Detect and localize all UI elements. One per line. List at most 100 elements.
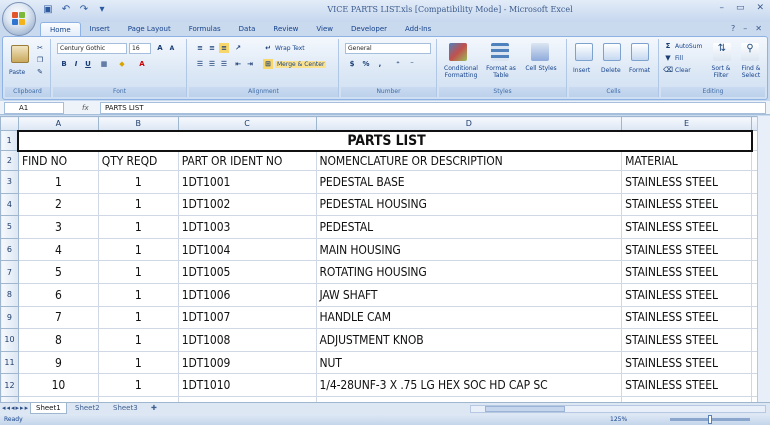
italic-icon[interactable]: I: [71, 59, 81, 69]
autosum-button[interactable]: AutoSum: [675, 43, 702, 50]
number-format-select[interactable]: General: [345, 43, 431, 54]
material-cell[interactable]: STAINLESS STEEL: [621, 170, 752, 194]
row-header[interactable]: 3: [0, 170, 19, 194]
align-middle-icon[interactable]: ≡: [207, 43, 217, 53]
find-no-cell[interactable]: 3: [17, 215, 99, 239]
align-top-icon[interactable]: ≡: [195, 43, 205, 53]
tab-home[interactable]: Home: [40, 22, 81, 36]
header-cell-part-no[interactable]: PART OR IDENT NO: [177, 150, 317, 171]
find-no-cell[interactable]: 2: [17, 192, 99, 217]
description-cell[interactable]: ADJUSTMENT KNOB: [315, 328, 623, 352]
paste-button[interactable]: Paste: [9, 69, 25, 76]
find-no-cell[interactable]: 10: [17, 373, 99, 397]
column-header-e[interactable]: E: [621, 116, 752, 131]
part-no-cell[interactable]: 1DT1006: [177, 282, 317, 307]
qty-reqd-cell[interactable]: 1: [97, 237, 179, 262]
save-icon[interactable]: ▣: [42, 4, 54, 16]
fill-icon[interactable]: ▼: [663, 53, 673, 63]
material-cell[interactable]: STAINLESS STEEL: [621, 192, 752, 217]
conditional-formatting-icon[interactable]: [449, 43, 467, 61]
delete-cells-button[interactable]: Delete: [601, 67, 621, 74]
tab-data[interactable]: Data: [230, 22, 265, 36]
wrap-text-icon[interactable]: ↵: [263, 43, 273, 53]
find-no-cell[interactable]: 4: [17, 237, 99, 262]
description-cell[interactable]: PEDESTAL: [315, 215, 623, 239]
orientation-icon[interactable]: ↗: [233, 43, 243, 53]
font-name-select[interactable]: Century Gothic: [57, 43, 127, 54]
header-cell-material[interactable]: MATERIAL: [621, 150, 752, 171]
row-header[interactable]: 1: [0, 130, 19, 151]
row-header[interactable]: 7: [0, 260, 19, 284]
copy-icon[interactable]: ❐: [35, 55, 45, 65]
sheet-tab-sheet2[interactable]: Sheet2: [70, 403, 105, 414]
description-cell[interactable]: JAW SHAFT: [315, 282, 623, 307]
increase-indent-icon[interactable]: ⇥: [245, 59, 255, 69]
column-header-b[interactable]: B: [97, 116, 179, 131]
column-header-a[interactable]: A: [17, 116, 99, 131]
tab-review[interactable]: Review: [264, 22, 307, 36]
qty-reqd-cell[interactable]: 1: [97, 260, 179, 284]
autosum-icon[interactable]: Σ: [663, 41, 673, 51]
qty-reqd-cell[interactable]: 1: [97, 282, 179, 307]
find-no-cell[interactable]: 6: [17, 282, 99, 307]
maximize-button[interactable]: ▭: [736, 3, 745, 13]
format-cells-icon[interactable]: [631, 43, 649, 61]
sheet-nav-arrows[interactable]: ◂◂◂▸▸▸: [2, 403, 29, 414]
zoom-slider-thumb[interactable]: [708, 415, 712, 424]
material-cell[interactable]: STAINLESS STEEL: [621, 373, 752, 397]
help-icon[interactable]: ?: [731, 24, 735, 33]
parts-list-title-cell[interactable]: PARTS LIST: [17, 129, 753, 152]
qty-reqd-cell[interactable]: 1: [97, 215, 179, 239]
row-header[interactable]: 11: [0, 350, 19, 375]
decrease-decimal-icon[interactable]: ⁻: [407, 59, 417, 69]
find-no-cell[interactable]: 8: [17, 328, 99, 352]
column-header-d[interactable]: D: [315, 116, 623, 131]
align-center-icon[interactable]: ☰: [207, 59, 217, 69]
sheet-tab-sheet1[interactable]: Sheet1: [30, 403, 67, 414]
part-no-cell[interactable]: 1DT1004: [177, 237, 317, 262]
minimize-button[interactable]: –: [719, 3, 724, 13]
font-size-select[interactable]: 16: [129, 43, 151, 54]
part-no-cell[interactable]: 1DT1001: [177, 170, 317, 194]
align-left-icon[interactable]: ☰: [195, 59, 205, 69]
zoom-level[interactable]: 125%: [610, 414, 627, 425]
clear-button[interactable]: Clear: [675, 67, 691, 74]
material-cell[interactable]: STAINLESS STEEL: [621, 282, 752, 307]
clear-icon[interactable]: ⌫: [663, 65, 673, 75]
description-cell[interactable]: ROTATING HOUSING: [315, 260, 623, 284]
zoom-slider[interactable]: [670, 415, 750, 424]
material-cell[interactable]: STAINLESS STEEL: [621, 328, 752, 352]
qty-reqd-cell[interactable]: 1: [97, 192, 179, 217]
qty-reqd-cell[interactable]: 1: [97, 305, 179, 330]
qty-reqd-cell[interactable]: 1: [97, 170, 179, 194]
merge-center-button[interactable]: Merge & Center: [275, 61, 327, 68]
insert-function-icon[interactable]: fx: [82, 102, 89, 114]
delete-cells-icon[interactable]: [603, 43, 621, 61]
tab-view[interactable]: View: [307, 22, 342, 36]
description-cell[interactable]: NUT: [315, 350, 623, 375]
horizontal-scrollbar[interactable]: [470, 405, 766, 413]
fill-color-icon[interactable]: ◆: [117, 59, 127, 69]
insert-cells-icon[interactable]: [575, 43, 593, 61]
description-cell[interactable]: 1/4-28UNF-3 X .75 LG HEX SOC HD CAP SC: [315, 373, 623, 397]
select-all-corner[interactable]: [0, 116, 19, 131]
ribbon-minimize-icon[interactable]: –: [743, 24, 747, 33]
formula-input[interactable]: PARTS LIST: [100, 102, 766, 114]
row-header[interactable]: 4: [0, 192, 19, 217]
description-cell[interactable]: PEDESTAL HOUSING: [315, 192, 623, 217]
find-no-cell[interactable]: 5: [17, 260, 99, 284]
find-select-button[interactable]: Find & Select: [737, 65, 765, 79]
header-cell-description[interactable]: NOMENCLATURE OR DESCRIPTION: [315, 150, 623, 171]
description-cell[interactable]: PEDESTAL BASE: [315, 170, 623, 194]
description-cell[interactable]: MAIN HOUSING: [315, 237, 623, 262]
sheet-tab-sheet3[interactable]: Sheet3: [108, 403, 143, 414]
percent-icon[interactable]: %: [361, 59, 371, 69]
comma-style-icon[interactable]: ,: [375, 59, 385, 69]
tab-add-ins[interactable]: Add-Ins: [396, 22, 440, 36]
increase-decimal-icon[interactable]: ⁺: [393, 59, 403, 69]
conditional-formatting-button[interactable]: Conditional Formatting: [441, 65, 481, 79]
cell-styles-button[interactable]: Cell Styles: [525, 65, 557, 72]
part-no-cell[interactable]: 1DT1008: [177, 328, 317, 352]
row-header[interactable]: 5: [0, 215, 19, 239]
shrink-font-icon[interactable]: A: [167, 44, 177, 54]
